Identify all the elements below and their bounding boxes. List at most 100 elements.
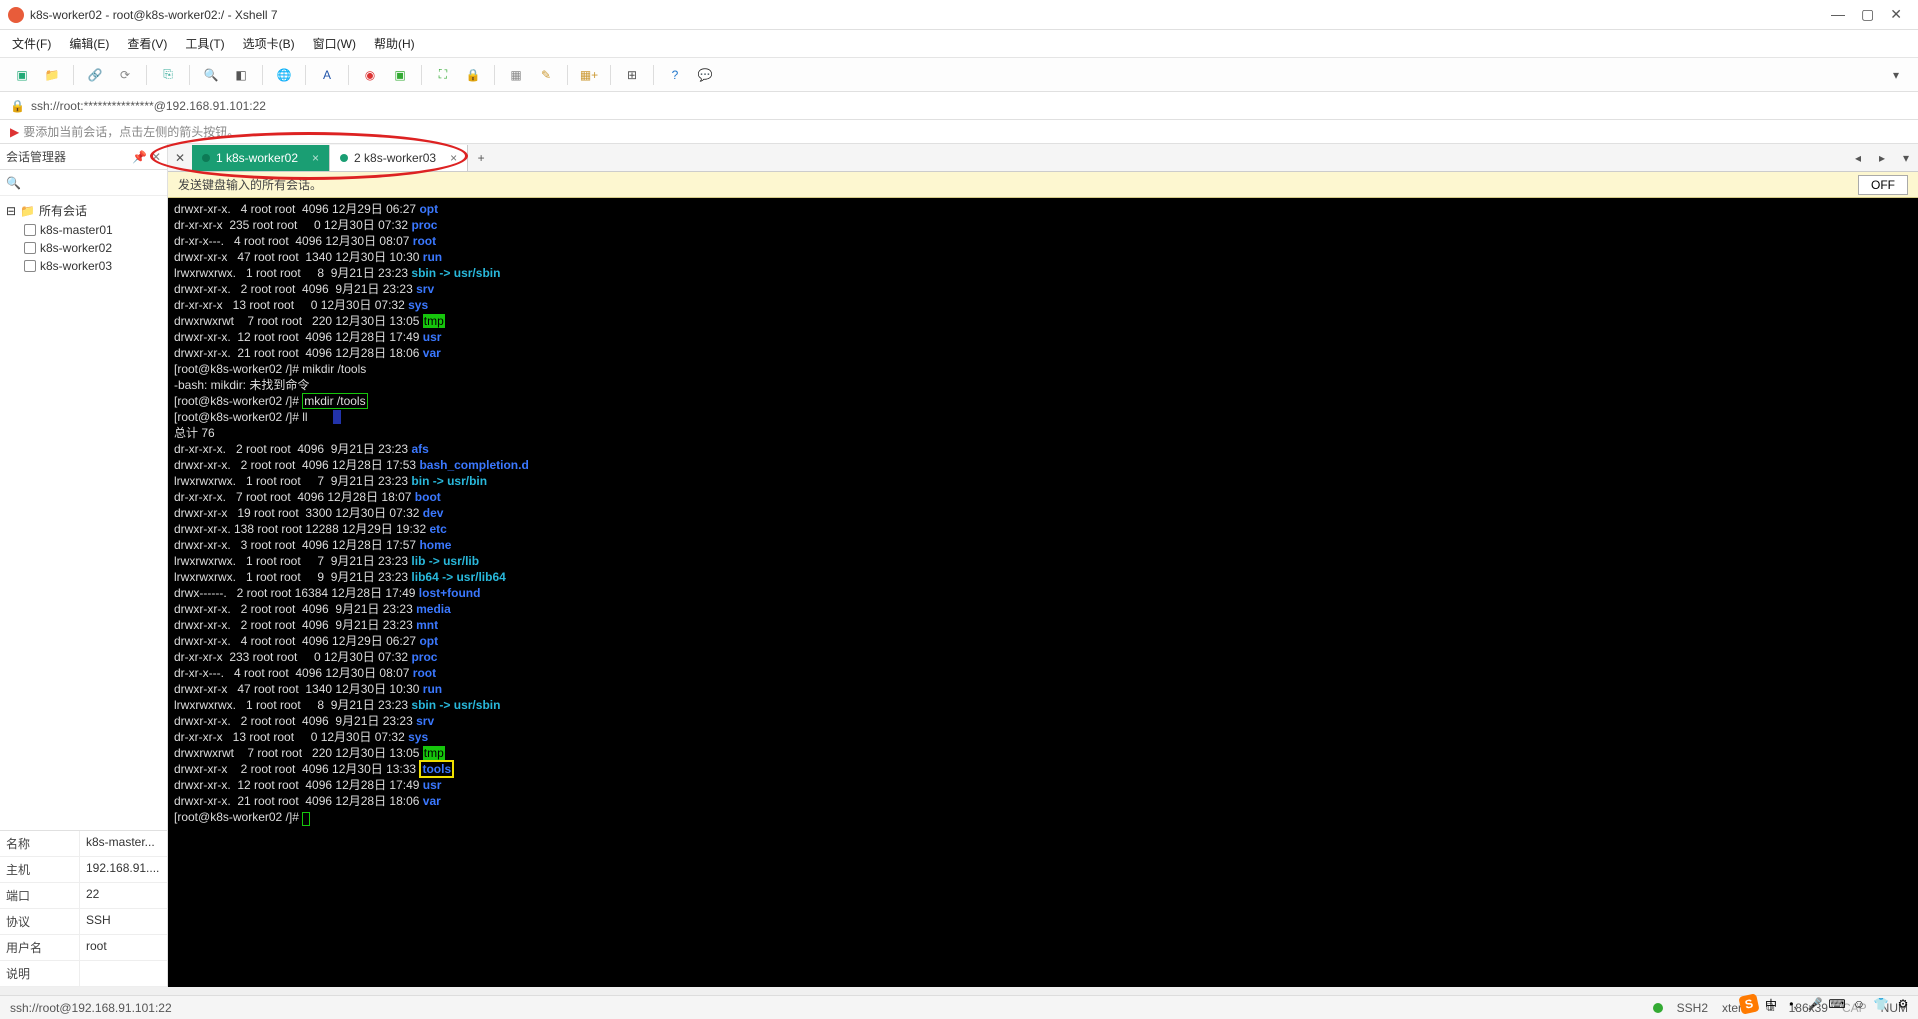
open-folder-icon[interactable]: 📁 — [40, 63, 64, 87]
session-manager-sidebar: 会话管理器 📌 ✕ 🔍 ⊟ 📁 所有会话 k8s-master01 k8s-work… — [0, 144, 168, 987]
tabbar-close-icon[interactable]: ✕ — [168, 151, 192, 165]
globe-icon[interactable]: 🌐 — [272, 63, 296, 87]
ime-tools-icon[interactable]: ⚙ — [1894, 995, 1912, 1013]
tab-nav-right-icon[interactable]: ▸ — [1870, 146, 1894, 170]
tab-worker02[interactable]: 1 k8s-worker02 × — [192, 145, 330, 171]
copy-icon[interactable]: ⎘ — [156, 63, 180, 87]
layout-icon[interactable]: ⊞ — [620, 63, 644, 87]
addressbar: 🔒 ssh://root:***************@192.168.91.… — [0, 92, 1918, 120]
toolbar: ▣ 📁 🔗 ⟳ ⎘ 🔍 ◧ 🌐 A ◉ ▣ ⛶ 🔒 ▦ ✎ ▦+ ⊞ ? 💬 ▾ — [0, 58, 1918, 92]
broadcast-text: 发送键盘输入的所有会话。 — [178, 176, 322, 193]
session-properties: 名称k8s-master... 主机192.168.91.... 端口22 协议… — [0, 830, 167, 987]
chevron-down-icon[interactable]: ▾ — [1884, 63, 1908, 87]
tree-root[interactable]: ⊟ 📁 所有会话 — [6, 200, 161, 221]
reconnect-icon[interactable]: ⟳ — [113, 63, 137, 87]
help-icon[interactable]: ? — [663, 63, 687, 87]
tab-list-icon[interactable]: ▾ — [1894, 146, 1918, 170]
tree-session-item[interactable]: k8s-master01 — [24, 221, 161, 239]
menu-file[interactable]: 文件(F) — [12, 35, 51, 52]
ime-mic-icon[interactable]: 🎤 — [1806, 995, 1824, 1013]
session-doc-icon — [24, 224, 36, 236]
prop-proto-k: 协议 — [0, 909, 80, 934]
prop-desc-v — [80, 961, 167, 986]
app-icon — [8, 7, 24, 23]
menu-help[interactable]: 帮助(H) — [374, 35, 415, 52]
close-button[interactable]: ✕ — [1890, 6, 1902, 23]
status-left: ssh://root@192.168.91.101:22 — [10, 1001, 172, 1015]
tab-add-button[interactable]: + — [468, 151, 494, 165]
session-doc-icon — [24, 242, 36, 254]
ime-lang-icon[interactable]: 中 — [1762, 995, 1780, 1013]
palette-icon[interactable]: ◧ — [229, 63, 253, 87]
menu-view[interactable]: 查看(V) — [127, 35, 167, 52]
chat-icon[interactable]: 💬 — [693, 63, 717, 87]
ime-keyboard-icon[interactable]: ⌨ — [1828, 995, 1846, 1013]
tree-item-label: k8s-master01 — [40, 223, 113, 237]
menu-edit[interactable]: 编辑(E) — [69, 35, 109, 52]
highlight-icon[interactable]: ✎ — [534, 63, 558, 87]
lock-icon[interactable]: 🔒 — [461, 63, 485, 87]
link-icon[interactable]: 🔗 — [83, 63, 107, 87]
tree-item-label: k8s-worker03 — [40, 259, 112, 273]
prop-port-v: 22 — [80, 883, 167, 908]
sogou-ime-icon[interactable]: S — [1738, 993, 1759, 1014]
status-ssh: SSH2 — [1677, 1001, 1708, 1015]
tree-session-item[interactable]: k8s-worker03 — [24, 257, 161, 275]
font-icon[interactable]: A — [315, 63, 339, 87]
menu-window[interactable]: 窗口(W) — [313, 35, 356, 52]
tab-label: 1 k8s-worker02 — [216, 151, 298, 165]
tab-label: 2 k8s-worker03 — [354, 151, 436, 165]
prop-proto-v: SSH — [80, 909, 167, 934]
menu-tools[interactable]: 工具(T) — [185, 35, 224, 52]
tab-worker03[interactable]: 2 k8s-worker03 × — [330, 145, 468, 171]
tab-status-icon — [340, 154, 348, 162]
tab-close-icon[interactable]: × — [450, 151, 457, 165]
prop-user-k: 用户名 — [0, 935, 80, 960]
sidebar-title: 会话管理器 — [6, 148, 66, 165]
terminal[interactable]: drwxr-xr-x. 4 root root 4096 12月29日 06:2… — [168, 198, 1918, 987]
tab-close-icon[interactable]: × — [312, 151, 319, 165]
new-session-icon[interactable]: ▣ — [10, 63, 34, 87]
tab-nav-left-icon[interactable]: ◂ — [1846, 146, 1870, 170]
titlebar: k8s-worker02 - root@k8s-worker02:/ - Xsh… — [0, 0, 1918, 30]
search-icon[interactable]: 🔍 — [199, 63, 223, 87]
maximize-button[interactable]: ▢ — [1861, 6, 1874, 23]
prop-name-k: 名称 — [0, 831, 80, 856]
ime-smile-icon[interactable]: ☺ — [1850, 995, 1868, 1013]
minimize-button[interactable]: — — [1831, 6, 1845, 23]
sidebar-header: 会话管理器 📌 ✕ — [0, 144, 167, 170]
tree-session-item[interactable]: k8s-worker02 — [24, 239, 161, 257]
folder-icon: 📁 — [20, 204, 35, 218]
session-doc-icon — [24, 260, 36, 272]
broadcast-off-button[interactable]: OFF — [1858, 175, 1908, 195]
broadcast-bar: 发送键盘输入的所有会话。 OFF — [168, 172, 1918, 198]
prop-host-k: 主机 — [0, 857, 80, 882]
tip-text: 要添加当前会话，点击左侧的箭头按钮。 — [23, 123, 239, 140]
prop-host-v: 192.168.91.... — [80, 857, 167, 882]
statusbar: ssh://root@192.168.91.101:22 SSH2 xterm … — [0, 995, 1918, 1019]
calendar-icon[interactable]: ▦ — [504, 63, 528, 87]
fullscreen-icon[interactable]: ⛶ — [431, 63, 455, 87]
sidebar-close-icon[interactable]: ✕ — [151, 150, 161, 164]
tab-status-icon — [202, 154, 210, 162]
prop-port-k: 端口 — [0, 883, 80, 908]
tabbar: ✕ 1 k8s-worker02 × 2 k8s-worker03 × + ◂ … — [168, 144, 1918, 172]
minus-icon: ⊟ — [6, 204, 16, 218]
window-title: k8s-worker02 - root@k8s-worker02:/ - Xsh… — [30, 8, 1831, 22]
flag-icon: ▶ — [10, 125, 19, 139]
stop-icon[interactable]: ▣ — [388, 63, 412, 87]
address-url[interactable]: ssh://root:***************@192.168.91.10… — [31, 99, 266, 113]
menubar: 文件(F) 编辑(E) 查看(V) 工具(T) 选项卡(B) 窗口(W) 帮助(… — [0, 30, 1918, 58]
prop-user-v: root — [80, 935, 167, 960]
search-small-icon: 🔍 — [6, 176, 21, 190]
pin-icon[interactable]: 📌 — [132, 150, 147, 164]
add-tab-icon[interactable]: ▦+ — [577, 63, 601, 87]
record-icon[interactable]: ◉ — [358, 63, 382, 87]
terminal-pane: ✕ 1 k8s-worker02 × 2 k8s-worker03 × + ◂ … — [168, 144, 1918, 987]
sidebar-search[interactable]: 🔍 — [0, 170, 167, 196]
ime-tray: S 中 •, 🎤 ⌨ ☺ 👕 ⚙ — [1740, 995, 1912, 1013]
menu-tabs[interactable]: 选项卡(B) — [243, 35, 295, 52]
ime-punct-icon[interactable]: •, — [1784, 995, 1802, 1013]
prop-desc-k: 说明 — [0, 961, 80, 986]
ime-skin-icon[interactable]: 👕 — [1872, 995, 1890, 1013]
